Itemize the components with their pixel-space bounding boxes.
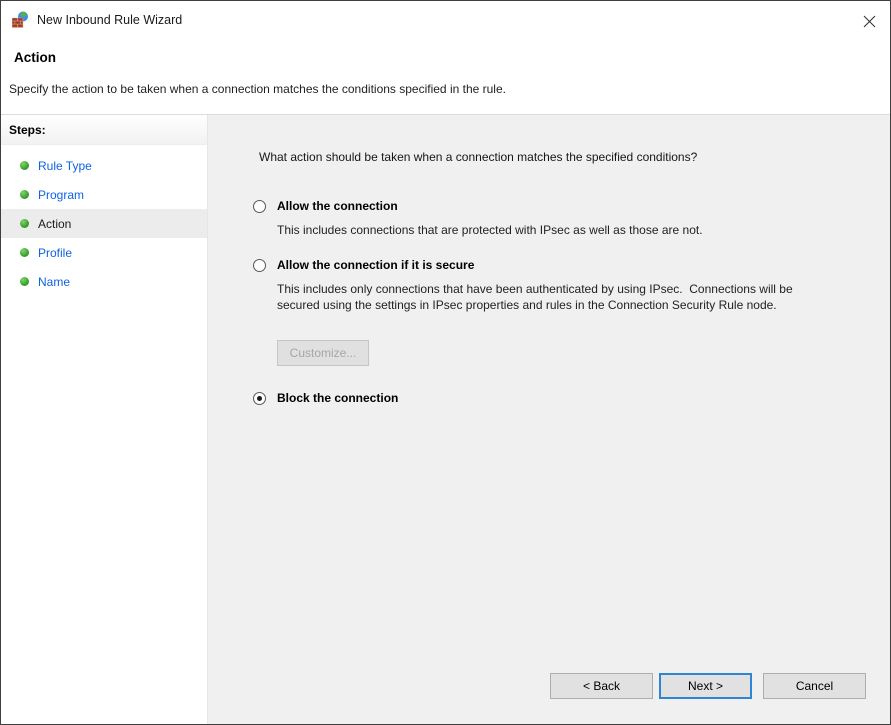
steps-sidebar: Steps: Rule Type Program Action Profile … [1, 115, 208, 724]
wizard-window: New Inbound Rule Wizard Action Specify t… [0, 0, 891, 725]
option-desc-allow: This includes connections that are prote… [277, 223, 703, 237]
sidebar-item-label: Name [38, 274, 71, 289]
firewall-icon [12, 11, 29, 28]
wizard-content: What action should be taken when a conne… [208, 115, 890, 724]
sidebar-item-label: Rule Type [38, 158, 92, 173]
close-icon [863, 15, 876, 28]
step-bullet-icon [20, 190, 29, 199]
steps-list: Rule Type Program Action Profile Name [1, 151, 207, 296]
sidebar-item-profile[interactable]: Profile [1, 238, 207, 267]
step-bullet-icon [20, 248, 29, 257]
close-button[interactable] [856, 9, 882, 33]
radio-allow-connection[interactable] [253, 200, 266, 213]
page-subtitle: Specify the action to be taken when a co… [9, 82, 506, 96]
radio-allow-secure[interactable] [253, 259, 266, 272]
sidebar-item-rule-type[interactable]: Rule Type [1, 151, 207, 180]
step-bullet-icon [20, 277, 29, 286]
option-label-allow-secure[interactable]: Allow the connection if it is secure [277, 258, 474, 272]
cancel-button[interactable]: Cancel [763, 673, 866, 699]
page-title: Action [14, 50, 56, 65]
sidebar-item-label: Program [38, 187, 85, 202]
customize-button[interactable]: Customize... [277, 340, 369, 366]
radio-block-connection[interactable] [253, 392, 266, 405]
option-label-block[interactable]: Block the connection [277, 391, 398, 405]
option-label-allow[interactable]: Allow the connection [277, 199, 398, 213]
title-bar: New Inbound Rule Wizard [1, 1, 890, 41]
sidebar-item-action[interactable]: Action [1, 209, 207, 238]
sidebar-item-label: Profile [38, 245, 73, 260]
next-button[interactable]: Next > [659, 673, 752, 699]
sidebar-item-name[interactable]: Name [1, 267, 207, 296]
steps-heading: Steps: [1, 115, 207, 145]
step-bullet-icon [20, 219, 29, 228]
sidebar-item-program[interactable]: Program [1, 180, 207, 209]
option-desc-allow-secure: This includes only connections that have… [277, 282, 796, 312]
question-text: What action should be taken when a conne… [259, 150, 698, 164]
step-bullet-icon [20, 161, 29, 170]
back-button[interactable]: < Back [550, 673, 653, 699]
window-title: New Inbound Rule Wizard [37, 13, 183, 27]
sidebar-item-label: Action [38, 216, 72, 231]
